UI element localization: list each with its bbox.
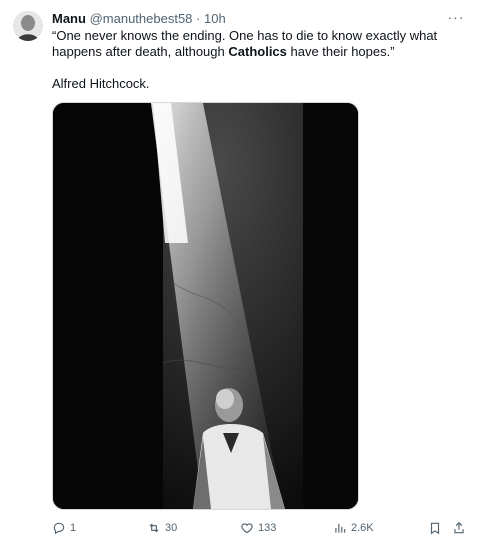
tweet: Manu @manuthebest58 · 10h ··· “One never… [0, 0, 478, 546]
tweet-body: “One never knows the ending. One has to … [52, 28, 452, 60]
repost-icon [149, 523, 159, 533]
views-button[interactable]: 2.6K [333, 516, 374, 540]
tweet-actions: 1 30 133 2.6K [52, 516, 472, 540]
avatar[interactable] [13, 11, 43, 41]
heart-icon [241, 523, 253, 534]
photo-illustration [53, 103, 358, 509]
more-icon[interactable]: ··· [447, 9, 465, 27]
tweet-text-part2: have their hopes.” [286, 44, 395, 59]
author-handle[interactable]: @manuthebest58 [90, 11, 193, 26]
like-button[interactable]: 133 [240, 516, 276, 540]
like-count: 133 [258, 522, 277, 534]
tweet-text: “One never knows the ending. One has to … [52, 28, 452, 92]
reply-button[interactable]: 1 [52, 516, 76, 540]
separator: · [196, 11, 201, 26]
views-icon [335, 523, 346, 533]
reply-count: 1 [70, 522, 77, 534]
tweet-text-bold: Catholics [228, 44, 287, 59]
reply-icon [53, 522, 65, 535]
tweet-media-photo[interactable] [52, 102, 359, 510]
author-name[interactable]: Manu [52, 11, 86, 26]
bookmark-button[interactable] [428, 516, 442, 540]
repost-button[interactable]: 30 [147, 516, 177, 540]
tweet-attribution: Alfred Hitchcock. [52, 76, 150, 91]
timestamp[interactable]: 10h [204, 11, 226, 26]
repost-count: 30 [165, 522, 178, 534]
tweet-header: Manu @manuthebest58 · 10h [52, 11, 226, 27]
views-count: 2.6K [351, 522, 374, 534]
bookmark-icon [430, 522, 440, 535]
share-button[interactable] [452, 516, 466, 540]
share-icon [454, 521, 464, 534]
